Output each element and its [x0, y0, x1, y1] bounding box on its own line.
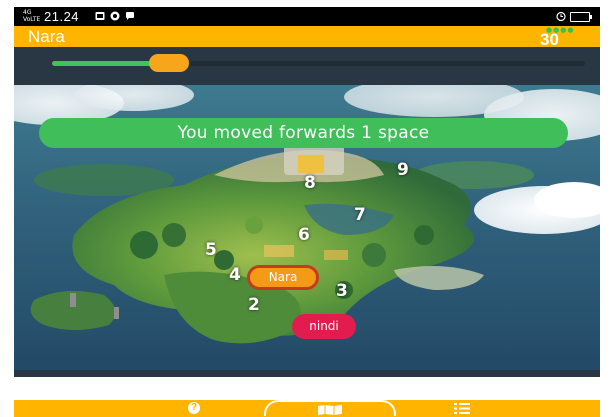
score-badge: ●●●● 30	[536, 26, 576, 50]
whatsapp-icon	[110, 11, 120, 21]
network-indicator: 4G VoLTE	[23, 9, 41, 23]
bottom-nav: ?	[14, 400, 600, 417]
player-token-nara[interactable]: Nara	[247, 265, 319, 290]
battery-icon	[570, 12, 592, 22]
status-time: 21.24	[44, 9, 80, 24]
board-square-3: 3	[336, 281, 348, 301]
move-toast: You moved forwards 1 space	[39, 118, 568, 148]
board-square-2: 2	[248, 295, 260, 315]
board-square-8: 8	[304, 173, 316, 193]
progress-knob	[149, 54, 190, 72]
status-bar: 4G VoLTE 21.24	[14, 7, 600, 26]
player-token-nindi[interactable]: nindi	[292, 314, 356, 339]
alarm-icon	[556, 11, 566, 22]
game-screen: 4G VoLTE 21.24 Nara ●●●● 30 You moved fo…	[0, 0, 614, 417]
map-tab[interactable]	[264, 400, 396, 416]
board-square-6: 6	[298, 225, 310, 245]
list-icon[interactable]	[454, 403, 470, 414]
board-square-4: 4	[229, 265, 241, 285]
board-square-9: 9	[397, 160, 409, 180]
board-square-7: 7	[354, 205, 366, 225]
progress-bar	[52, 54, 585, 72]
map-icon	[318, 405, 342, 415]
board-square-5: 5	[205, 240, 217, 260]
gallery-icon	[95, 12, 105, 20]
player-name: Nara	[28, 27, 65, 46]
chat-icon	[126, 12, 134, 20]
title-bar: Nara ●●●● 30	[14, 26, 600, 50]
question-icon[interactable]: ?	[188, 402, 200, 414]
